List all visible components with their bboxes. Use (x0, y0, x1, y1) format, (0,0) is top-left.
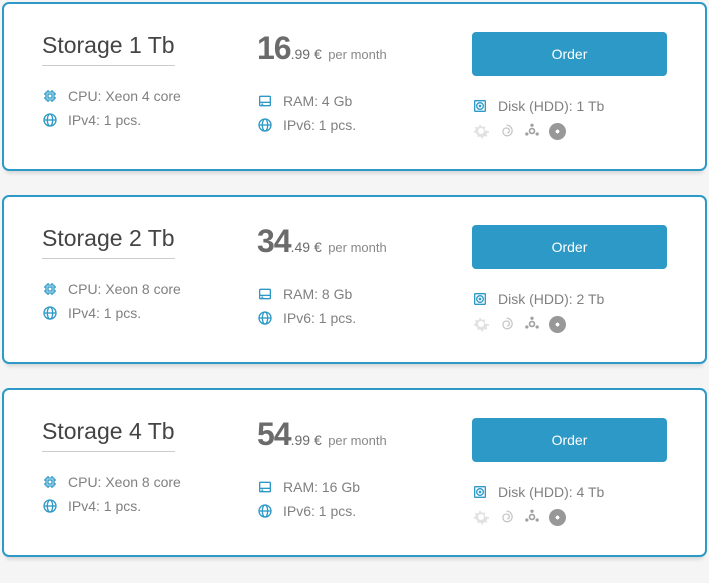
cpu-icon (42, 281, 58, 297)
spec-cpu-label: CPU: Xeon 8 core (68, 281, 181, 297)
os-icons-row (472, 508, 667, 526)
spec-ipv6-label: IPv6: 1 pcs. (283, 310, 356, 326)
col-price: 16.99 € per month RAM: 4 Gb IPv6: 1 pcs. (257, 32, 472, 141)
spec-ipv4: IPv4: 1 pcs. (42, 498, 257, 514)
col-action: Order Disk (HDD): 2 Tb (472, 225, 667, 334)
spec-ipv4-label: IPv4: 1 pcs. (68, 112, 141, 128)
spec-ipv6: IPv6: 1 pcs. (257, 503, 472, 519)
plan-title: Storage 4 Tb (42, 418, 175, 452)
disc-icon (549, 316, 566, 333)
debian-icon (498, 509, 515, 526)
order-button[interactable]: Order (472, 32, 667, 76)
spec-cpu: CPU: Xeon 4 core (42, 88, 257, 104)
gear-icon (472, 122, 490, 140)
globe-icon (42, 305, 58, 321)
col-plan: Storage 1 Tb CPU: Xeon 4 core IPv4: 1 pc… (42, 32, 257, 141)
price-big: 54 (257, 416, 291, 452)
globe-icon (257, 310, 273, 326)
disk-icon (472, 98, 488, 114)
spec-ipv4: IPv4: 1 pcs. (42, 305, 257, 321)
globe-icon (257, 117, 273, 133)
spec-cpu-label: CPU: Xeon 8 core (68, 474, 181, 490)
order-button[interactable]: Order (472, 225, 667, 269)
spec-ram: RAM: 4 Gb (257, 93, 472, 109)
spec-disk: Disk (HDD): 1 Tb (472, 98, 667, 114)
disc-icon (549, 509, 566, 526)
gear-icon (472, 315, 490, 333)
price: 16.99 € per month (257, 30, 472, 67)
plan-title: Storage 1 Tb (42, 32, 175, 66)
pricing-card: Storage 1 Tb CPU: Xeon 4 core IPv4: 1 pc… (2, 2, 707, 171)
cpu-icon (42, 474, 58, 490)
spec-cpu: CPU: Xeon 8 core (42, 281, 257, 297)
col-plan: Storage 4 Tb CPU: Xeon 8 core IPv4: 1 pc… (42, 418, 257, 527)
os-icons-row (472, 122, 667, 140)
globe-icon (257, 503, 273, 519)
ubuntu-icon (523, 508, 541, 526)
cpu-icon (42, 88, 58, 104)
ram-icon (257, 93, 273, 109)
col-action: Order Disk (HDD): 1 Tb (472, 32, 667, 141)
price-big: 34 (257, 223, 291, 259)
disc-icon (549, 123, 566, 140)
disk-icon (472, 291, 488, 307)
pricing-card: Storage 2 Tb CPU: Xeon 8 core IPv4: 1 pc… (2, 195, 707, 364)
col-price: 34.49 € per month RAM: 8 Gb IPv6: 1 pcs. (257, 225, 472, 334)
price: 34.49 € per month (257, 223, 472, 260)
spec-ram-label: RAM: 16 Gb (283, 479, 360, 495)
price-big: 16 (257, 30, 291, 66)
spec-ipv6: IPv6: 1 pcs. (257, 310, 472, 326)
plan-title: Storage 2 Tb (42, 225, 175, 259)
gear-icon (472, 508, 490, 526)
spec-ipv6-label: IPv6: 1 pcs. (283, 117, 356, 133)
order-button[interactable]: Order (472, 418, 667, 462)
globe-icon (42, 112, 58, 128)
ubuntu-icon (523, 122, 541, 140)
col-plan: Storage 2 Tb CPU: Xeon 8 core IPv4: 1 pc… (42, 225, 257, 334)
ram-icon (257, 286, 273, 302)
price-period: per month (328, 240, 387, 255)
spec-disk-label: Disk (HDD): 4 Tb (498, 484, 604, 500)
spec-ipv6: IPv6: 1 pcs. (257, 117, 472, 133)
spec-disk-label: Disk (HDD): 2 Tb (498, 291, 604, 307)
spec-cpu: CPU: Xeon 8 core (42, 474, 257, 490)
globe-icon (42, 498, 58, 514)
price: 54.99 € per month (257, 416, 472, 453)
spec-ipv6-label: IPv6: 1 pcs. (283, 503, 356, 519)
ubuntu-icon (523, 315, 541, 333)
disk-icon (472, 484, 488, 500)
spec-ram-label: RAM: 4 Gb (283, 93, 352, 109)
os-icons-row (472, 315, 667, 333)
ram-icon (257, 479, 273, 495)
price-small: .49 € (291, 239, 322, 255)
spec-disk-label: Disk (HDD): 1 Tb (498, 98, 604, 114)
spec-ram-label: RAM: 8 Gb (283, 286, 352, 302)
spec-ipv4: IPv4: 1 pcs. (42, 112, 257, 128)
pricing-card: Storage 4 Tb CPU: Xeon 8 core IPv4: 1 pc… (2, 388, 707, 557)
debian-icon (498, 123, 515, 140)
spec-disk: Disk (HDD): 4 Tb (472, 484, 667, 500)
price-period: per month (328, 433, 387, 448)
spec-disk: Disk (HDD): 2 Tb (472, 291, 667, 307)
debian-icon (498, 316, 515, 333)
spec-ipv4-label: IPv4: 1 pcs. (68, 305, 141, 321)
spec-cpu-label: CPU: Xeon 4 core (68, 88, 181, 104)
price-small: .99 € (291, 46, 322, 62)
spec-ram: RAM: 8 Gb (257, 286, 472, 302)
price-small: .99 € (291, 432, 322, 448)
price-period: per month (328, 47, 387, 62)
spec-ipv4-label: IPv4: 1 pcs. (68, 498, 141, 514)
col-price: 54.99 € per month RAM: 16 Gb IPv6: 1 pcs… (257, 418, 472, 527)
spec-ram: RAM: 16 Gb (257, 479, 472, 495)
col-action: Order Disk (HDD): 4 Tb (472, 418, 667, 527)
